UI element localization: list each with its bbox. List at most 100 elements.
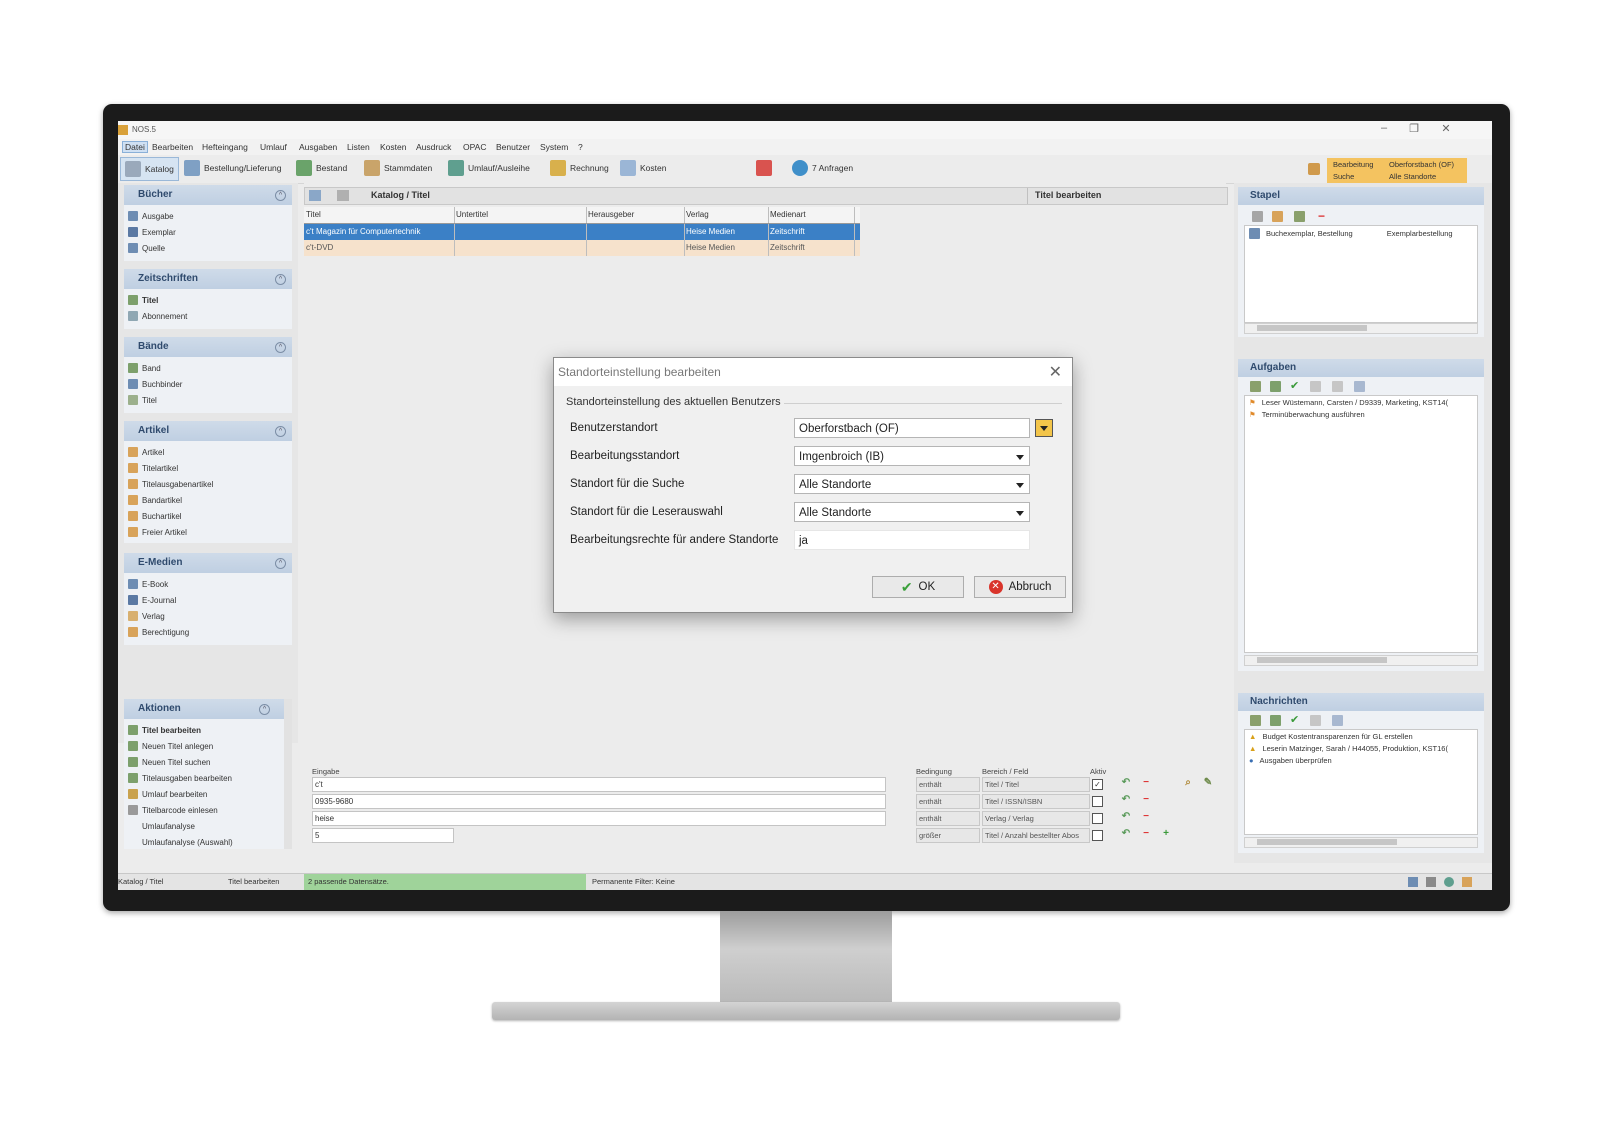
globe-icon[interactable] <box>1444 877 1454 887</box>
group-zeitschriften-header[interactable]: Zeitschriften ^ <box>124 269 292 289</box>
menu-hefteingang[interactable]: Hefteingang <box>202 142 248 152</box>
menu-ausdruck[interactable]: Ausdruck <box>416 142 451 152</box>
table-row[interactable]: c't-DVD Heise Medien Zeitschrift <box>304 240 860 256</box>
remove-icon[interactable]: − <box>1318 209 1325 223</box>
new-message-icon[interactable] <box>1270 715 1281 726</box>
menu-opac[interactable]: OPAC <box>463 142 486 152</box>
benutzerstandort-picker-button[interactable] <box>1035 419 1053 437</box>
edit-icon[interactable] <box>1250 381 1261 392</box>
benutzerstandort-field[interactable]: Oberforstbach (OF) <box>794 418 1030 438</box>
sidebar-item-ejournal[interactable]: E-Journal <box>128 593 176 607</box>
collapse-icon[interactable]: ^ <box>275 426 286 437</box>
menu-ausgaben[interactable]: Ausgaben <box>299 142 337 152</box>
filter-field-4[interactable]: Titel / Anzahl bestellter Abos <box>982 828 1090 843</box>
menu-datei[interactable]: Datei <box>122 141 148 153</box>
menu-umlauf[interactable]: Umlauf <box>260 142 287 152</box>
undo-icon[interactable]: ↶ <box>1120 828 1132 840</box>
kosten-button[interactable]: Kosten <box>616 157 670 179</box>
column-header-titel[interactable]: Titel <box>304 207 455 223</box>
menu-benutzer[interactable]: Benutzer <box>496 142 530 152</box>
sidebar-item-quelle[interactable]: Quelle <box>128 241 165 255</box>
group-emedien-header[interactable]: E-Medien ^ <box>124 553 292 573</box>
stapel-header[interactable]: Stapel <box>1238 187 1484 205</box>
filter-field-2[interactable]: Titel / ISSN/ISBN <box>982 794 1090 809</box>
action-titelausgaben-bearbeiten[interactable]: Titelausgaben bearbeiten <box>128 771 232 785</box>
stapel-scrollbar[interactable] <box>1244 323 1478 334</box>
action-umlaufanalyse[interactable]: Umlaufanalyse <box>142 819 195 833</box>
sidebar-item-berechtigung[interactable]: Berechtigung <box>128 625 189 639</box>
remove-icon[interactable]: − <box>1140 811 1152 823</box>
menu-kosten[interactable]: Kosten <box>380 142 406 152</box>
remove-icon[interactable]: − <box>1140 828 1152 840</box>
sidebar-item-titelausgabenartikel[interactable]: Titelausgabenartikel <box>128 477 213 491</box>
close-icon[interactable]: ✕ <box>1049 362 1062 382</box>
list-item[interactable]: ● Ausgaben überprüfen <box>1249 756 1332 765</box>
list-item[interactable]: ⚑ Leser Wüstemann, Carsten / D9339, Mark… <box>1249 398 1448 407</box>
undo-icon[interactable]: ↶ <box>1120 811 1132 823</box>
table-row[interactable]: c't Magazin für Computertechnik Heise Me… <box>304 224 860 240</box>
sidebar-item-artikel[interactable]: Artikel <box>128 445 164 459</box>
check-icon[interactable]: ✔ <box>1290 713 1299 726</box>
sidebar-item-ebook[interactable]: E-Book <box>128 577 168 591</box>
collapse-icon[interactable]: ^ <box>259 704 270 715</box>
filter-condition-4[interactable]: größer <box>916 828 980 843</box>
grid-view-icon[interactable] <box>309 190 321 201</box>
remove-icon[interactable]: − <box>1140 794 1152 806</box>
filter-field-1[interactable]: Titel / Titel <box>982 777 1090 792</box>
collapse-icon[interactable]: ^ <box>275 558 286 569</box>
action-umlauf-bearbeiten[interactable]: Umlauf bearbeiten <box>128 787 207 801</box>
group-buecher-header[interactable]: Bücher ^ <box>124 185 292 205</box>
user-icon[interactable] <box>1408 877 1418 887</box>
aufgaben-header[interactable]: Aufgaben <box>1238 359 1484 377</box>
restore-icon[interactable]: ❐ <box>1406 122 1422 135</box>
collapse-icon[interactable]: ^ <box>275 274 286 285</box>
filter-condition-1[interactable]: enthält <box>916 777 980 792</box>
group-baende-header[interactable]: Bände ^ <box>124 337 292 357</box>
sidebar-item-band-titel[interactable]: Titel <box>128 393 157 407</box>
edit-filter-icon[interactable]: ✎ <box>1202 777 1214 789</box>
bearbeitungsstandort-select[interactable]: Imgenbroich (IB) <box>794 446 1030 466</box>
view-icon[interactable] <box>1310 381 1321 392</box>
leserauswahl-select[interactable]: Alle Standorte <box>794 502 1030 522</box>
undo-icon[interactable]: ↶ <box>1120 777 1132 789</box>
forward-icon[interactable] <box>1332 381 1343 392</box>
undo-icon[interactable]: ↶ <box>1120 794 1132 806</box>
sidebar-item-exemplar[interactable]: Exemplar <box>128 225 176 239</box>
bestand-button[interactable]: Bestand <box>292 157 351 179</box>
view-icon[interactable] <box>1310 715 1321 726</box>
list-item[interactable]: Buchexemplar, Bestellung Exemplarbestell… <box>1249 228 1453 239</box>
filter-condition-3[interactable]: enthält <box>916 811 980 826</box>
nachrichten-header[interactable]: Nachrichten <box>1238 693 1484 711</box>
sidebar-item-abonnement[interactable]: Abonnement <box>128 309 187 323</box>
menu-listen[interactable]: Listen <box>347 142 370 152</box>
filter-input-3[interactable]: heise <box>312 811 886 826</box>
remove-icon[interactable]: − <box>1140 777 1152 789</box>
column-header-untertitel[interactable]: Untertitel <box>454 207 587 223</box>
collapse-icon[interactable]: ^ <box>275 342 286 353</box>
katalog-button[interactable]: Katalog <box>120 157 179 181</box>
group-artikel-header[interactable]: Artikel ^ <box>124 421 292 441</box>
filter-condition-2[interactable]: enthält <box>916 794 980 809</box>
filter-active-checkbox-2[interactable] <box>1092 796 1103 807</box>
action-neuen-titel-anlegen[interactable]: Neuen Titel anlegen <box>128 739 213 753</box>
print-icon[interactable] <box>1252 211 1263 222</box>
actions-scrollbar[interactable] <box>284 699 292 849</box>
sidebar-item-buchbinder[interactable]: Buchbinder <box>128 377 182 391</box>
list-item[interactable]: ⚑ Terminüberwachung ausführen <box>1249 410 1365 419</box>
aufgaben-scrollbar[interactable] <box>1244 655 1478 666</box>
location-indicator[interactable]: Bearbeitung Oberforstbach (OF) Suche All… <box>1327 158 1467 183</box>
sidebar-item-verlag[interactable]: Verlag <box>128 609 165 623</box>
column-header-verlag[interactable]: Verlag <box>684 207 769 223</box>
column-header-herausgeber[interactable]: Herausgeber <box>586 207 685 223</box>
sidebar-item-titel[interactable]: Titel <box>128 293 158 307</box>
action-titel-bearbeiten[interactable]: Titel bearbeiten <box>128 723 201 737</box>
actions-header[interactable]: Aktionen ^ <box>124 699 292 719</box>
filter-input-2[interactable]: 0935-9680 <box>312 794 886 809</box>
sidebar-item-band[interactable]: Band <box>128 361 161 375</box>
search-filter-icon[interactable]: ⌕ <box>1182 777 1194 789</box>
sidebar-item-freier-artikel[interactable]: Freier Artikel <box>128 525 187 539</box>
column-chooser-icon[interactable] <box>337 190 349 201</box>
sidebar-item-ausgabe[interactable]: Ausgabe <box>128 209 174 223</box>
minimize-icon[interactable]: – <box>1376 122 1392 134</box>
anfragen-button[interactable]: 7 Anfragen <box>788 157 857 179</box>
